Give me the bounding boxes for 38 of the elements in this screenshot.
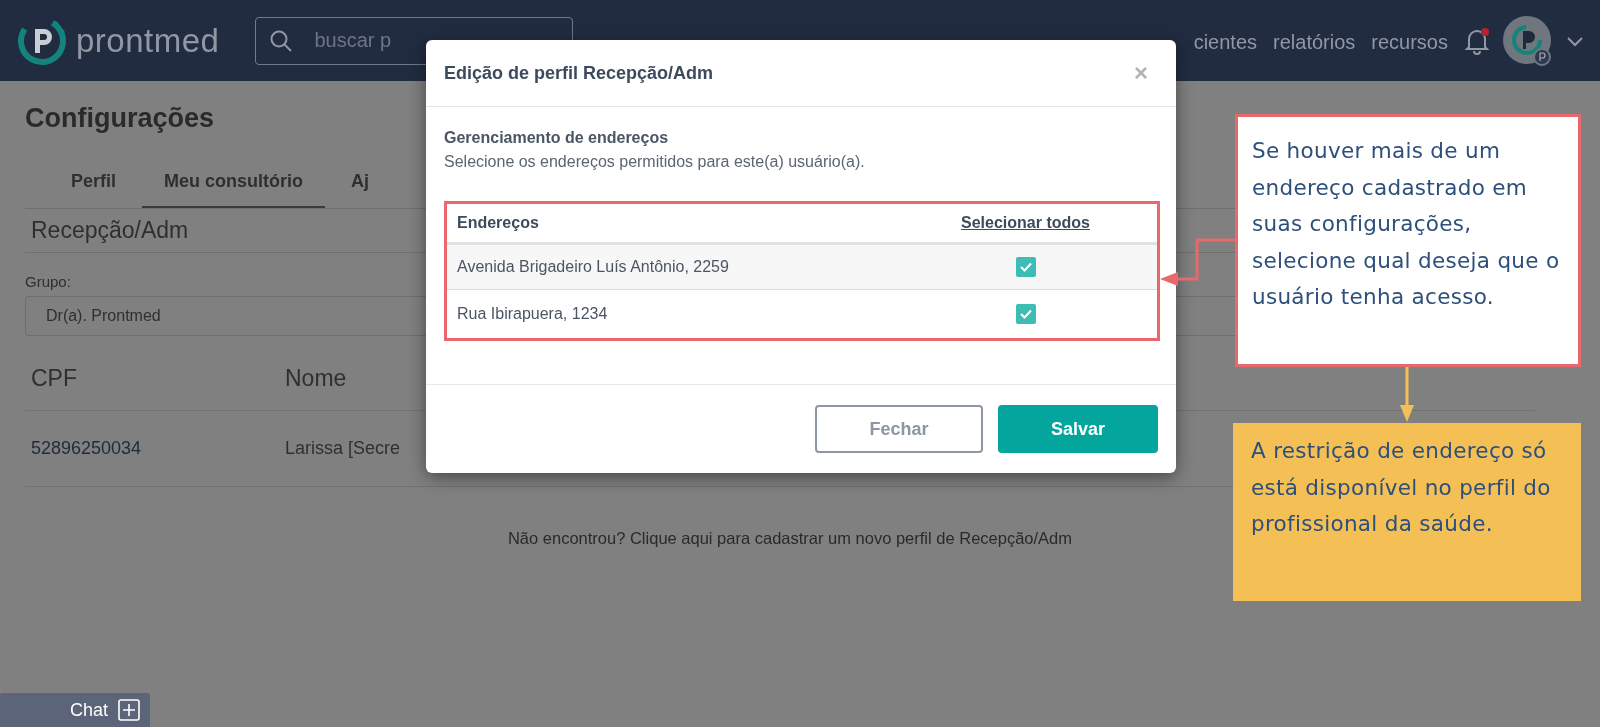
checkbox[interactable] — [1015, 257, 1036, 277]
checkbox[interactable] — [1015, 304, 1036, 324]
address-text: Rua Ibirapuera, 1234 — [456, 305, 609, 323]
section-description: Selecione os endereços permitidos para este(a) usuário(a). — [444, 153, 866, 171]
connector-arrow — [1400, 367, 1414, 422]
column-header: Endereços — [456, 214, 540, 232]
search-field[interactable]: buscar p — [255, 16, 574, 65]
column-header: CPF — [31, 364, 77, 392]
save-button[interactable]: Salvar — [998, 405, 1158, 453]
table-cell: 52896250034 — [31, 438, 142, 459]
brand-name: prontmed — [76, 21, 220, 60]
close-dialog-button[interactable]: Fechar — [815, 405, 983, 453]
dialog-title: Edição de perfil Recepção/Adm — [444, 62, 714, 84]
chat-bar[interactable]: Chat — [0, 693, 150, 727]
checkmark-icon — [1018, 308, 1033, 320]
nav-link[interactable]: cientes — [1193, 31, 1258, 54]
checkmark-icon — [1018, 261, 1033, 273]
avatar-icon[interactable] — [1502, 14, 1554, 67]
select-all-link[interactable]: Selecionar todos — [961, 214, 1090, 232]
close-button[interactable]: × — [1134, 59, 1148, 87]
section-heading: Gerenciamento de endereços — [444, 129, 670, 147]
tab[interactable]: Meu consultório — [142, 161, 326, 208]
nav-link[interactable]: relatórios — [1273, 31, 1356, 54]
register-link[interactable]: Não encontrou? Clique aqui para cadastrar um novo perfil de Recepção/Adm — [507, 529, 1073, 547]
column-header: Nome — [285, 364, 347, 392]
nav-link[interactable]: recursos — [1371, 31, 1448, 54]
callout-note: Se houver mais de um endereço cadastrado em suas configurações, selecione qual deseja que o usuário tenha acesso. — [1235, 114, 1581, 367]
tab[interactable]: Aj — [329, 161, 392, 208]
address-text: Avenida Brigadeiro Luís Antônio, 2259 — [456, 258, 730, 276]
field-label: Grupo: — [25, 273, 71, 290]
table-cell: Larissa [Secre — [285, 438, 401, 459]
bell-icon[interactable] — [1464, 26, 1490, 55]
plus-icon[interactable] — [118, 699, 140, 721]
callout-note: A restrição de endereço só está disponível no perfil do profissional da saúde. — [1233, 423, 1581, 601]
chevron-down-icon[interactable] — [1566, 34, 1584, 47]
section-title: Recepção/Adm — [31, 217, 189, 244]
tab[interactable]: Perfil — [49, 161, 139, 208]
search-icon — [269, 28, 294, 53]
